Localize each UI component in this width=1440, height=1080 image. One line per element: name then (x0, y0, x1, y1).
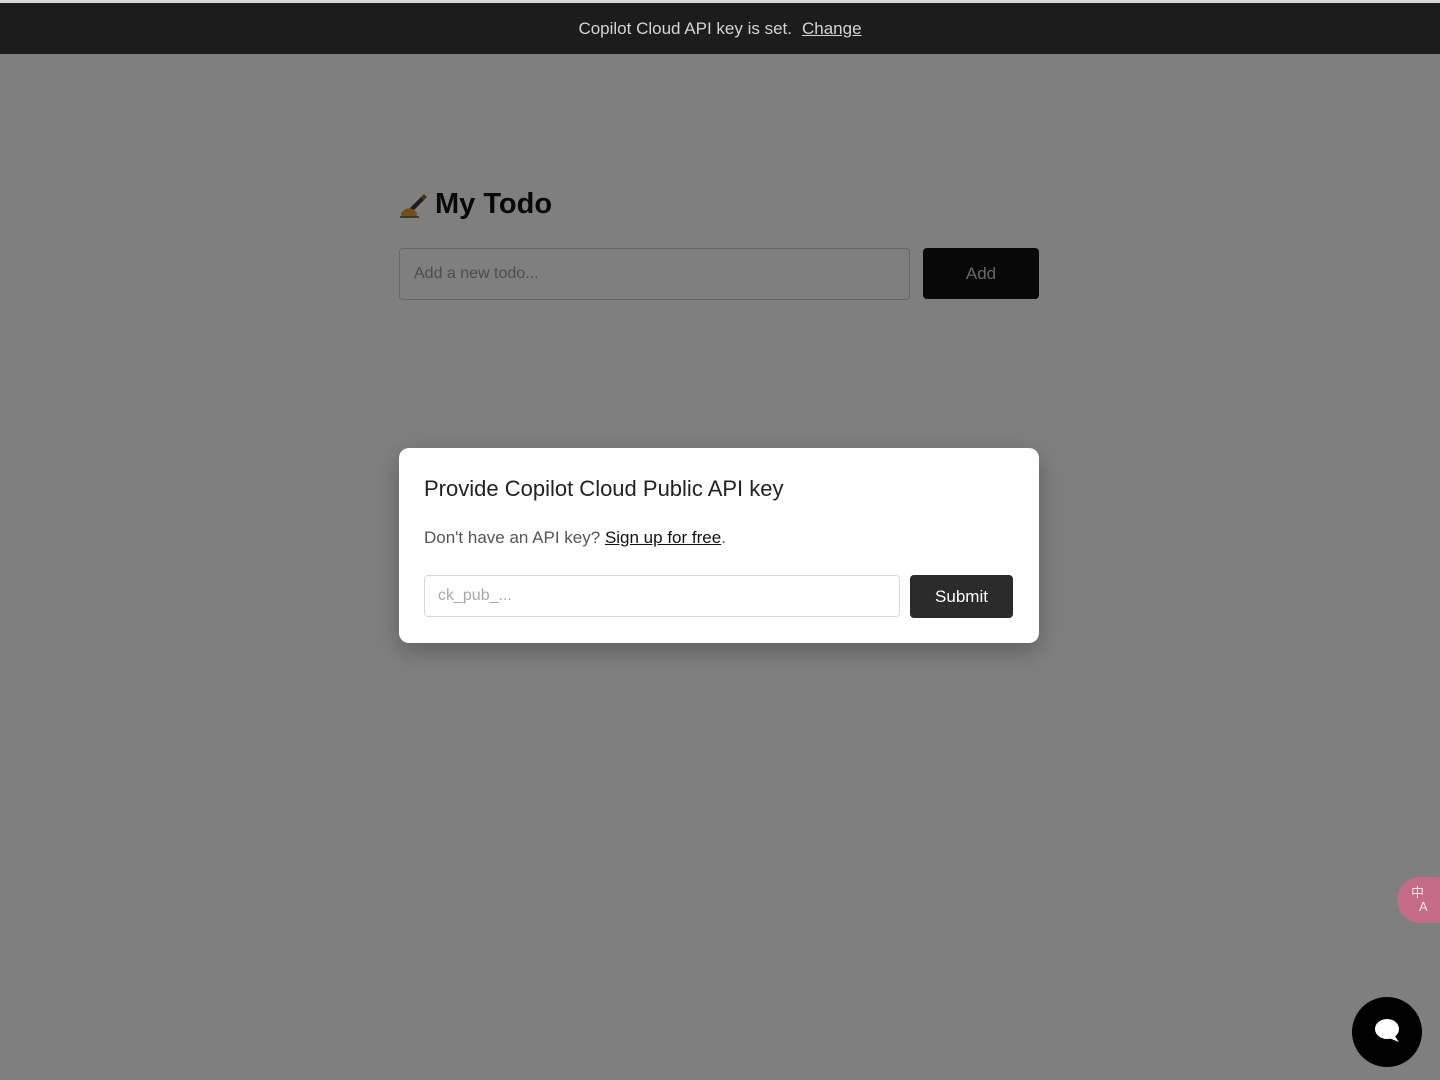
signup-link[interactable]: Sign up for free (605, 528, 721, 547)
prompt-suffix: . (721, 528, 726, 547)
chat-button[interactable] (1352, 997, 1422, 1067)
api-key-input[interactable] (424, 575, 900, 617)
translate-glyph-bottom: A (1419, 899, 1428, 914)
prompt-text: Don't have an API key? (424, 528, 601, 547)
change-link[interactable]: Change (802, 19, 862, 39)
chat-bubble-icon (1372, 1015, 1402, 1050)
api-key-modal: Provide Copilot Cloud Public API key Don… (399, 448, 1039, 643)
banner-message: Copilot Cloud API key is set. (578, 18, 792, 38)
translate-icon: 中 A (1411, 886, 1428, 914)
modal-title: Provide Copilot Cloud Public API key (424, 476, 784, 501)
translate-button[interactable]: 中 A (1397, 877, 1440, 923)
modal-prompt: Don't have an API key? Sign up for free. (424, 528, 726, 548)
submit-button[interactable]: Submit (910, 575, 1013, 618)
translate-glyph-top: 中 (1411, 885, 1425, 900)
api-key-banner: Copilot Cloud API key is set. Change (0, 0, 1440, 54)
